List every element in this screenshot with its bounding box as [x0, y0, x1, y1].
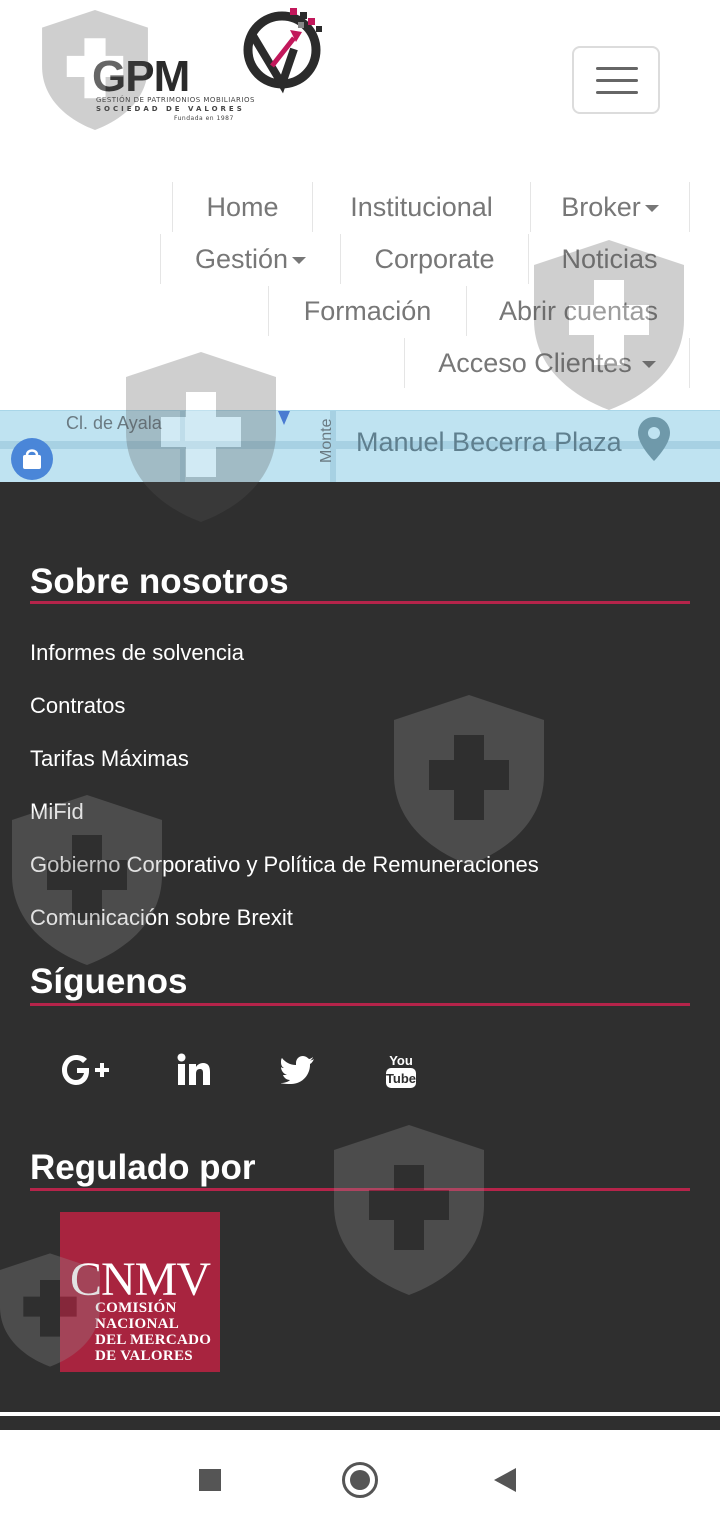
nav-gestion-label: Gestión [194, 244, 289, 274]
home-icon[interactable] [342, 1462, 378, 1498]
link-informes-solvencia[interactable]: Informes de solvencia [30, 640, 244, 666]
nav-home-label: Home [206, 192, 279, 222]
map-street-label: Cl. de Ayala [66, 413, 162, 433]
map-marker-icon [278, 411, 290, 425]
logo-subtitle-2: SOCIEDAD DE VALORES [96, 105, 245, 113]
cnmv-logo-text: CNMV [69, 1253, 211, 1306]
nav-corporate-label: Corporate [374, 244, 495, 274]
cnmv-logo-line: COMISIÓN [95, 1300, 177, 1316]
map-pin-icon [638, 417, 670, 461]
nav-abrir-cuentas-label: Abrir cuentas [498, 296, 659, 326]
nav-noticias[interactable]: Noticias [528, 234, 690, 284]
nav-acceso-clientes[interactable]: Acceso Clientes [404, 338, 690, 388]
google-plus-icon[interactable] [56, 1040, 116, 1100]
cnmv-logo-line: DE VALORES [95, 1348, 193, 1364]
cnmv-logo-line: DEL MERCADO [95, 1332, 212, 1348]
footer-band [0, 1416, 720, 1430]
menu-toggle-button[interactable] [572, 46, 660, 114]
nav-broker[interactable]: Broker [530, 182, 690, 232]
nav-noticias-label: Noticias [561, 244, 658, 274]
nav-institucional[interactable]: Institucional [312, 182, 530, 232]
svg-text:Tube: Tube [386, 1071, 416, 1086]
hamburger-line [596, 91, 638, 94]
logo-mark-icon [243, 8, 322, 94]
nav-corporate[interactable]: Corporate [340, 234, 528, 284]
logo-text: GPM [92, 52, 190, 101]
link-gobierno-corporativo[interactable]: Gobierno Corporativo y Política de Remun… [30, 852, 539, 878]
chevron-down-icon [641, 361, 656, 369]
map-place-label: Manuel Becerra Plaza [356, 427, 622, 457]
link-contratos[interactable]: Contratos [30, 693, 125, 719]
youtube-icon[interactable]: You Tube [371, 1040, 431, 1100]
nav-broker-label: Broker [561, 192, 641, 222]
nav-abrir-cuentas[interactable]: Abrir cuentas [466, 286, 690, 336]
shopping-bag-icon [11, 438, 53, 480]
link-comunicacion-brexit[interactable]: Comunicación sobre Brexit [30, 905, 293, 931]
back-icon[interactable] [494, 1468, 516, 1492]
twitter-icon[interactable] [268, 1040, 328, 1100]
site-header: GPM GESTIÓN DE PATRIMONIOS MOBILIARIOS S… [0, 0, 720, 410]
chevron-down-icon [644, 205, 659, 213]
nav-formacion-label: Formación [303, 296, 432, 326]
svg-text:You: You [389, 1053, 413, 1068]
sobre-nosotros-heading: Sobre nosotros [30, 562, 289, 601]
recent-apps-icon[interactable] [199, 1469, 221, 1491]
linkedin-icon[interactable] [164, 1040, 224, 1100]
nav-formacion[interactable]: Formación [268, 286, 466, 336]
map-road [180, 411, 185, 482]
nav-gestion[interactable]: Gestión [160, 234, 340, 284]
logo-subtitle: GESTIÓN DE PATRIMONIOS MOBILIARIOS [96, 96, 255, 104]
section-divider [30, 1003, 690, 1006]
section-divider [30, 601, 690, 604]
nav-institucional-label: Institucional [350, 192, 493, 222]
hamburger-line [596, 79, 638, 82]
location-map[interactable]: Cl. de Ayala Monte Manuel Becerra Plaza [0, 410, 720, 482]
nav-acceso-clientes-label: Acceso Clientes [438, 348, 632, 378]
regulado-heading: Regulado por [30, 1148, 256, 1187]
link-tarifas-maximas[interactable]: Tarifas Máximas [30, 746, 189, 772]
map-street-label: Monte [318, 418, 335, 463]
section-divider [30, 1188, 690, 1191]
logo-founded: Fundada en 1987 [174, 115, 234, 122]
chevron-down-icon [292, 257, 307, 265]
system-navigation-bar [0, 1430, 720, 1527]
gpm-logo[interactable]: GPM GESTIÓN DE PATRIMONIOS MOBILIARIOS S… [92, 4, 337, 126]
siguenos-heading: Síguenos [30, 962, 188, 1001]
nav-home[interactable]: Home [172, 182, 312, 232]
hamburger-line [596, 67, 638, 70]
site-footer: Sobre nosotros Informes de solvencia Con… [0, 482, 720, 1416]
cnmv-logo-line: NACIONAL [95, 1316, 180, 1332]
cnmv-logo[interactable]: CNMV COMISIÓN NACIONAL DEL MERCADO DE VA… [60, 1212, 220, 1372]
link-mifid[interactable]: MiFid [30, 799, 84, 825]
